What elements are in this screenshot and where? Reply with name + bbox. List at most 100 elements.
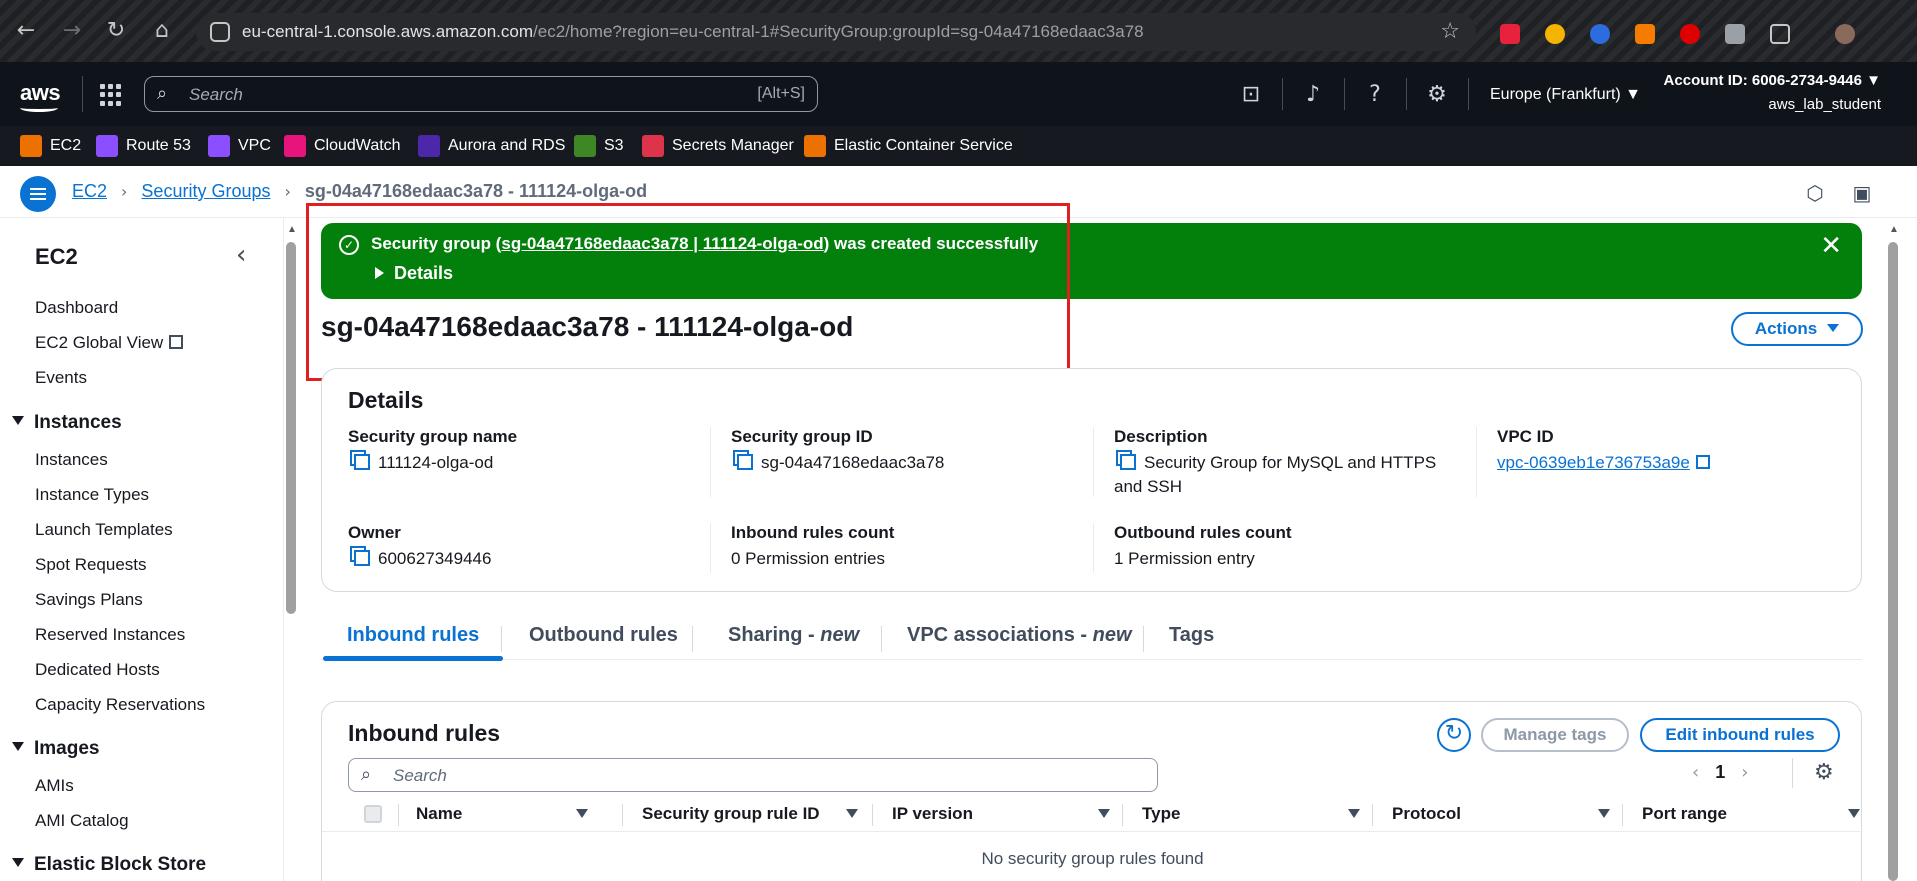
breadcrumb-security-groups[interactable]: Security Groups (141, 181, 270, 202)
settings-gear-icon[interactable]: ⚙ (1424, 82, 1450, 108)
copy-icon[interactable] (354, 550, 370, 566)
menu-hamburger-icon[interactable] (20, 176, 56, 212)
scrollbar-thumb[interactable] (1888, 242, 1898, 881)
chevron-right-icon: › (284, 182, 291, 201)
breadcrumb-current: sg-04a47168edaac3a78 - 111124-olga-od (304, 181, 648, 201)
cloudshell-icon[interactable]: ⊡ (1238, 82, 1264, 108)
extension-icon[interactable] (1500, 24, 1520, 44)
vpc-link[interactable]: vpc-0639eb1e736753a9e (1497, 453, 1690, 472)
scroll-up-icon[interactable]: ▲ (1889, 224, 1899, 235)
sidebar-item-ami-catalog[interactable]: AMI Catalog (35, 811, 129, 831)
prev-page-icon[interactable]: ‹ (1692, 762, 1699, 783)
region-selector[interactable]: Europe (Frankfurt) ▼ (1490, 86, 1641, 104)
col-protocol[interactable]: Protocol (1392, 804, 1612, 824)
col-name[interactable]: Name (416, 804, 588, 824)
tools-panel-icon[interactable]: ▣ (1850, 181, 1874, 205)
ecs-icon (804, 135, 826, 157)
sidebar-item-instances[interactable]: Instances (35, 450, 108, 470)
fav-ec2[interactable]: EC2 (20, 135, 81, 157)
tab-sharing[interactable]: Sharing - new (728, 624, 859, 647)
sidebar-section-ebs[interactable]: Elastic Block Store (12, 854, 206, 876)
current-page[interactable]: 1 (1715, 762, 1725, 782)
tabs: Inbound rules Outbound rules Sharing - n… (321, 612, 1862, 661)
fav-cloudwatch[interactable]: CloudWatch (284, 135, 401, 157)
extension-icon[interactable] (1635, 24, 1655, 44)
rds-icon (418, 135, 440, 157)
sidebar-item-dashboard[interactable]: Dashboard (35, 298, 118, 318)
copy-icon[interactable] (1120, 454, 1136, 470)
sidebar-item-dedicated-hosts[interactable]: Dedicated Hosts (35, 660, 160, 680)
sidebar-item-reserved-instances[interactable]: Reserved Instances (35, 625, 185, 645)
next-page-icon[interactable]: › (1741, 762, 1748, 783)
scrollbar-thumb[interactable] (286, 242, 296, 614)
extensions-puzzle-icon[interactable] (1770, 24, 1790, 44)
sidebar-section-instances[interactable]: Instances (12, 412, 122, 434)
profile-avatar[interactable] (1835, 24, 1855, 44)
select-all-checkbox[interactable] (364, 805, 382, 823)
sidebar-item-global-view[interactable]: EC2 Global View (35, 333, 184, 353)
col-type[interactable]: Type (1142, 804, 1362, 824)
back-icon[interactable]: ← (14, 19, 38, 43)
manage-tags-button[interactable]: Manage tags (1481, 718, 1629, 752)
sidebar-item-instance-types[interactable]: Instance Types (35, 485, 149, 505)
fav-route53[interactable]: Route 53 (96, 135, 191, 157)
breadcrumb-ec2[interactable]: EC2 (72, 181, 107, 202)
home-icon[interactable]: ⌂ (150, 19, 174, 43)
sort-caret-icon (846, 809, 858, 818)
reload-icon[interactable]: ↻ (104, 19, 128, 43)
bookmark-star-icon[interactable]: ☆ (1440, 19, 1460, 44)
sidebar-item-spot-requests[interactable]: Spot Requests (35, 555, 147, 575)
sidebar-item-capacity-reservations[interactable]: Capacity Reservations (35, 695, 205, 715)
rules-search-input[interactable]: ⌕ Search (348, 758, 1158, 792)
help-icon[interactable]: ? (1362, 82, 1388, 108)
edit-inbound-rules-button[interactable]: Edit inbound rules (1640, 718, 1840, 752)
info-panel-icon[interactable]: ⬡ (1803, 181, 1827, 205)
col-ip-version[interactable]: IP version (892, 804, 1112, 824)
extension-icon[interactable] (1725, 24, 1745, 44)
table-settings-gear-icon[interactable]: ⚙ (1814, 760, 1834, 785)
sidebar-item-launch-templates[interactable]: Launch Templates (35, 520, 173, 540)
services-grid-icon[interactable] (100, 84, 122, 106)
sidebar-item-savings-plans[interactable]: Savings Plans (35, 590, 143, 610)
extension-icon[interactable] (1545, 24, 1565, 44)
scroll-up-icon[interactable]: ▲ (287, 224, 297, 235)
fav-s3[interactable]: S3 (574, 135, 624, 157)
global-search-input[interactable]: ⌕ Search [Alt+S] (144, 76, 818, 112)
caret-down-icon (12, 742, 24, 751)
copy-icon[interactable] (737, 454, 753, 470)
refresh-icon[interactable]: ↻ (1437, 718, 1471, 752)
flash-sg-link[interactable]: sg-04a47168edaac3a78 | 111124-olga-od (501, 234, 823, 253)
actions-button[interactable]: Actions (1731, 312, 1863, 346)
forward-icon[interactable]: → (60, 19, 84, 43)
extension-icon[interactable] (1590, 24, 1610, 44)
success-check-icon: ✓ (339, 235, 359, 255)
extension-icon[interactable] (1680, 24, 1700, 44)
address-bar[interactable]: eu-central-1.console.aws.amazon.com/ec2/… (196, 13, 1476, 51)
url-text[interactable]: eu-central-1.console.aws.amazon.com/ec2/… (242, 22, 1144, 42)
account-menu[interactable]: Account ID: 6006-2734-9446 ▼ (1664, 72, 1881, 89)
site-info-icon[interactable] (210, 22, 230, 42)
main-scrollbar[interactable]: ▲ (1888, 224, 1899, 881)
sidebar-scrollbar[interactable]: ▲ (286, 224, 297, 881)
tab-vpc-associations[interactable]: VPC associations - new (907, 624, 1132, 647)
copy-icon[interactable] (354, 454, 370, 470)
fav-secrets-manager[interactable]: Secrets Manager (642, 135, 794, 157)
sidebar-item-amis[interactable]: AMIs (35, 776, 74, 796)
col-rule-id[interactable]: Security group rule ID (642, 804, 862, 824)
col-port-range[interactable]: Port range (1642, 804, 1862, 824)
external-link-icon (169, 335, 184, 349)
collapse-sidebar-icon[interactable]: ‹ (236, 240, 246, 270)
tab-inbound-rules[interactable]: Inbound rules (347, 624, 479, 647)
flash-details-toggle[interactable]: Details (375, 263, 453, 284)
close-icon[interactable]: ✕ (1820, 231, 1842, 261)
sidebar-section-images[interactable]: Images (12, 738, 99, 760)
inbound-rules-panel: Inbound rules ↻ Manage tags Edit inbound… (321, 701, 1863, 881)
fav-ecs[interactable]: Elastic Container Service (804, 135, 1013, 157)
tab-tags[interactable]: Tags (1169, 624, 1214, 647)
sidebar-item-events[interactable]: Events (35, 368, 87, 388)
tab-outbound-rules[interactable]: Outbound rules (529, 624, 678, 647)
fav-aurora-rds[interactable]: Aurora and RDS (418, 135, 565, 157)
fav-vpc[interactable]: VPC (208, 135, 271, 157)
aws-logo[interactable]: aws (20, 80, 61, 106)
notifications-bell-icon[interactable]: ♪ (1300, 82, 1326, 108)
